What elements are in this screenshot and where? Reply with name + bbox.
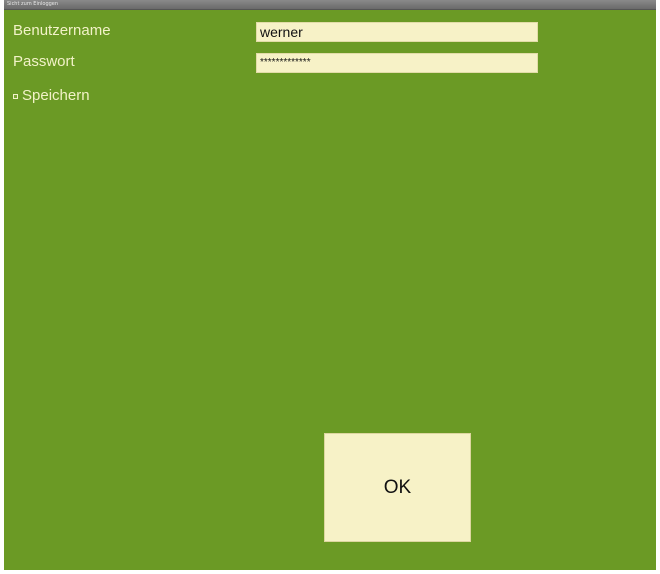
title-bar[interactable]: Sicht zum Einloggen [4, 0, 656, 10]
password-label: Passwort [13, 53, 75, 70]
password-field[interactable]: ************* [256, 53, 538, 73]
login-window: Sicht zum Einloggen Benutzername werner … [4, 0, 656, 570]
window-title: Sicht zum Einloggen [7, 1, 59, 7]
ok-button-label: OK [383, 476, 412, 498]
save-checkbox-label[interactable]: Speichern [22, 87, 90, 105]
save-checkbox-row[interactable]: Speichern [13, 87, 90, 105]
username-field[interactable]: werner [256, 22, 538, 42]
save-checkbox[interactable] [13, 93, 18, 99]
ok-button[interactable]: OK [324, 433, 471, 542]
username-label: Benutzername [13, 22, 111, 39]
